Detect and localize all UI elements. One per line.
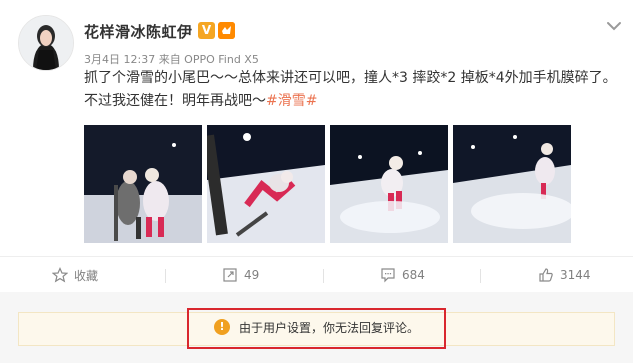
divider [323, 269, 324, 283]
divider [165, 269, 166, 283]
divider [480, 269, 481, 283]
author-name[interactable]: 花样滑冰陈虹伊 [84, 21, 193, 42]
chevron-down-icon[interactable] [605, 18, 623, 32]
like-button[interactable]: 3144 [538, 257, 591, 293]
comment-count: 684 [402, 268, 425, 282]
notice-text: 由于用户设置，你无法回复评论。 [239, 321, 420, 335]
photo-2[interactable] [207, 125, 325, 243]
star-icon [52, 267, 68, 283]
post-actions: 收藏 49 684 3144 [0, 256, 633, 293]
post-body: 抓了个滑雪的小尾巴～～总体来讲还可以吧，撞人*3 摔跤*2 掉板*4外加手机膜碎… [84, 70, 617, 109]
photo-4[interactable] [453, 125, 571, 243]
hashtag-link[interactable]: #滑雪# [266, 93, 317, 109]
repost-count: 49 [244, 268, 260, 282]
avatar-image [19, 16, 73, 70]
avatar[interactable] [18, 15, 74, 71]
warning-icon: ! [214, 319, 230, 335]
verified-badge: V [198, 22, 215, 39]
repost-button[interactable]: 49 [222, 257, 259, 293]
comment-icon [381, 268, 395, 283]
photo-1[interactable] [84, 125, 202, 243]
post-text: 抓了个滑雪的小尾巴～～总体来讲还可以吧，撞人*3 摔跤*2 掉板*4外加手机膜碎… [84, 67, 624, 113]
favorite-button[interactable]: 收藏 [52, 257, 98, 293]
thumbs-up-icon [539, 268, 553, 282]
photo-3[interactable] [330, 125, 448, 243]
fan-badge-icon [218, 22, 235, 39]
post-meta: 3月4日 12:37 来自 OPPO Find X5 [84, 53, 259, 66]
comment-button[interactable]: 684 [380, 257, 425, 293]
favorite-label: 收藏 [74, 268, 99, 283]
like-count: 3144 [560, 268, 591, 282]
repost-icon [223, 268, 237, 282]
